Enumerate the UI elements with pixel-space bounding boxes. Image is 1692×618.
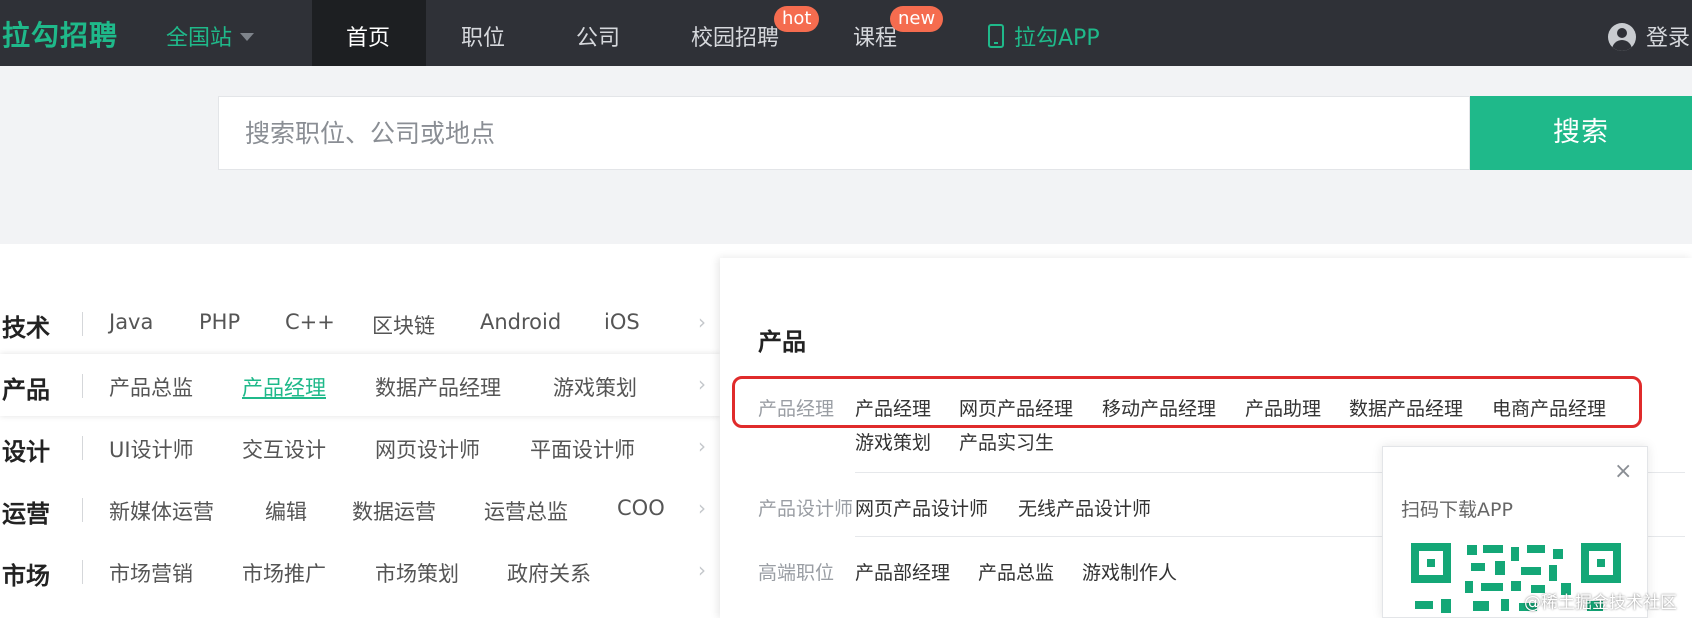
category-item[interactable]: 运营总监 [484, 496, 568, 526]
category-item[interactable]: 市场营销 [109, 558, 193, 588]
category-name: 运营 [2, 500, 50, 528]
category-divider [82, 560, 83, 584]
category-name: 设计 [2, 438, 50, 466]
category-divider [82, 436, 83, 460]
category-item[interactable]: 编辑 [265, 496, 307, 526]
city-label: 全国站 [166, 26, 233, 51]
chevron-right-icon: › [698, 434, 706, 458]
category-item[interactable]: 政府关系 [507, 558, 591, 588]
category-name: 技术 [2, 314, 50, 342]
sub-item[interactable]: 电商产品经理 [1492, 394, 1606, 421]
category-divider [82, 498, 83, 522]
category-item[interactable]: 市场策划 [375, 558, 459, 588]
sub-item[interactable]: 产品总监 [978, 558, 1054, 585]
category-item[interactable]: Android [480, 310, 561, 334]
category-item[interactable]: PHP [199, 310, 240, 334]
category-row-operations[interactable]: 运营 新媒体运营 编辑 数据运营 运营总监 COO › [0, 478, 720, 540]
caret-down-icon [240, 33, 255, 41]
category-row-design[interactable]: 设计 UI设计师 交互设计 网页设计师 平面设计师 › [0, 416, 720, 478]
sub-item[interactable]: 产品部经理 [855, 558, 950, 585]
sub-item[interactable]: 游戏制作人 [1082, 558, 1177, 585]
chevron-right-icon: › [698, 310, 706, 334]
sub-item[interactable]: 移动产品经理 [1102, 394, 1216, 421]
category-item[interactable]: UI设计师 [109, 434, 194, 464]
sub-item[interactable]: 网页产品设计师 [855, 494, 988, 521]
category-row-product[interactable]: 产品 产品总监 产品经理 数据产品经理 游戏策划 › [0, 354, 720, 416]
top-navigation-bar: 拉勾招聘 全国站 首页 职位 公司 校园招聘 hot 课程 new 拉勾APP … [0, 0, 1692, 66]
chevron-right-icon: › [698, 558, 706, 582]
category-item[interactable]: Java [109, 310, 153, 334]
category-item[interactable]: 新媒体运营 [109, 496, 214, 526]
category-item[interactable]: 平面设计师 [530, 434, 635, 464]
group-label: 高端职位 [758, 562, 835, 584]
sub-item[interactable]: 数据产品经理 [1349, 394, 1463, 421]
category-name: 市场 [2, 562, 50, 590]
sub-item[interactable]: 无线产品设计师 [1018, 494, 1151, 521]
city-selector[interactable]: 全国站 [166, 20, 255, 52]
category-divider [82, 312, 83, 336]
nav-campus[interactable]: 校园招聘 [691, 20, 779, 52]
user-icon [1608, 23, 1636, 51]
category-item[interactable]: 产品总监 [109, 372, 193, 402]
nav-app-download[interactable]: 拉勾APP [988, 20, 1100, 52]
category-item[interactable]: 数据运营 [352, 496, 436, 526]
hot-badge: hot [774, 6, 820, 32]
category-item[interactable]: 市场推广 [242, 558, 326, 588]
sub-item[interactable]: 网页产品经理 [959, 394, 1073, 421]
category-item[interactable]: iOS [604, 310, 640, 334]
new-badge: new [890, 6, 944, 32]
category-item-active[interactable]: 产品经理 [242, 372, 326, 402]
category-item[interactable]: 交互设计 [242, 434, 326, 464]
chevron-right-icon: › [698, 372, 706, 396]
category-item[interactable]: C++ [285, 310, 335, 334]
category-item[interactable]: COO [617, 496, 665, 520]
nav-app-label: 拉勾APP [1014, 26, 1100, 51]
close-icon[interactable]: × [1614, 459, 1632, 484]
nav-jobs[interactable]: 职位 [461, 20, 505, 52]
category-name: 产品 [2, 376, 50, 404]
search-input[interactable] [218, 96, 1470, 170]
phone-icon [988, 24, 1004, 48]
login-label: 登录 [1646, 26, 1691, 51]
group-label: 产品经理 [758, 398, 835, 420]
category-row-marketing[interactable]: 市场 市场营销 市场推广 市场策划 政府关系 › [0, 540, 720, 602]
category-row-tech[interactable]: 技术 Java PHP C++ 区块链 Android iOS › [0, 292, 720, 354]
sub-item[interactable]: 产品经理 [855, 394, 931, 421]
login-button[interactable]: 登录 [1608, 20, 1690, 52]
watermark-text: @稀土掘金技术社区 [1524, 593, 1677, 613]
panel-title: 产品 [758, 328, 806, 356]
search-button[interactable]: 搜索 [1470, 96, 1692, 170]
chevron-right-icon: › [698, 496, 706, 520]
logo[interactable]: 拉勾招聘 [2, 14, 118, 54]
app-download-text: 扫码下载APP [1401, 499, 1513, 521]
nav-companies[interactable]: 公司 [576, 20, 620, 52]
sub-item[interactable]: 游戏策划 [855, 428, 931, 455]
category-divider [82, 374, 83, 398]
category-item[interactable]: 游戏策划 [553, 372, 637, 402]
sub-item[interactable]: 产品实习生 [959, 428, 1054, 455]
sub-item[interactable]: 产品助理 [1245, 394, 1321, 421]
group-label: 产品设计师 [758, 498, 854, 520]
category-item[interactable]: 网页设计师 [375, 434, 480, 464]
category-item[interactable]: 区块链 [372, 310, 435, 340]
category-item[interactable]: 数据产品经理 [375, 372, 501, 402]
nav-home[interactable]: 首页 [346, 20, 390, 52]
